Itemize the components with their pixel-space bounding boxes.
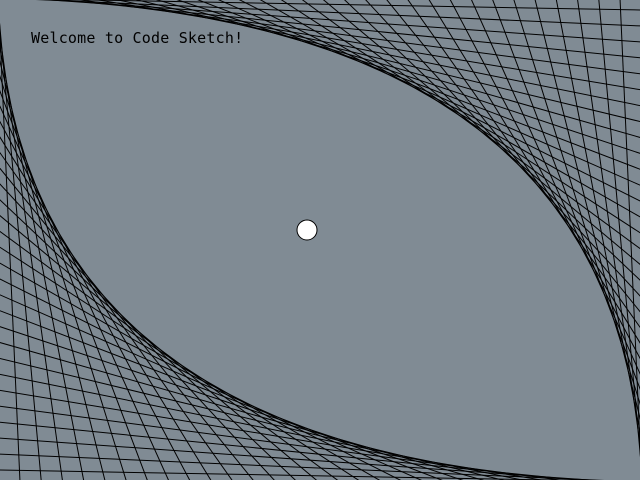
sketch-canvas[interactable] — [0, 0, 640, 480]
sketch-stage[interactable]: Welcome to Code Sketch! — [0, 0, 640, 480]
ball[interactable] — [296, 219, 318, 241]
welcome-message: Welcome to Code Sketch! — [31, 29, 244, 47]
string-art-lines — [0, 0, 640, 480]
